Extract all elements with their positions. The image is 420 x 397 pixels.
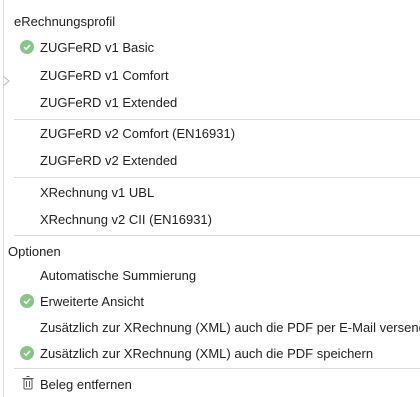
context-menu: eRechnungsprofil ZUGFeRD v1 Basic ZUGFeR… — [0, 0, 420, 397]
profile-item-zugferd-v1-basic[interactable]: ZUGFeRD v1 Basic — [14, 34, 420, 60]
profile-item-zugferd-v2-comfort[interactable]: ZUGFeRD v2 Comfort (EN16931) — [14, 120, 420, 146]
option-pdf-email-versenden[interactable]: Zusätzlich zur XRechnung (XML) auch die … — [14, 314, 420, 340]
trash-icon — [22, 376, 34, 390]
option-pdf-speichern[interactable]: Zusätzlich zur XRechnung (XML) auch die … — [14, 340, 420, 366]
options-section-title: Optionen — [8, 244, 61, 259]
profile-item-xrechnung-v1-ubl[interactable]: XRechnung v1 UBL — [14, 179, 420, 205]
profile-item-label: ZUGFeRD v2 Extended — [40, 152, 178, 168]
profile-item-xrechnung-v2-cii[interactable]: XRechnung v2 CII (EN16931) — [14, 206, 420, 232]
menu-pointer — [3, 76, 10, 86]
remove-document-button[interactable]: Beleg entfernen — [14, 371, 420, 397]
check-circle-icon — [20, 40, 34, 54]
profile-item-zugferd-v1-comfort[interactable]: ZUGFeRD v1 Comfort — [14, 62, 420, 88]
profile-item-label: XRechnung v1 UBL — [40, 184, 155, 200]
option-erweiterte-ansicht[interactable]: Erweiterte Ansicht — [14, 288, 420, 314]
profile-item-label: ZUGFeRD v2 Comfort (EN16931) — [40, 125, 236, 141]
option-label: Zusätzlich zur XRechnung (XML) auch die … — [40, 345, 374, 361]
divider — [14, 235, 420, 236]
profile-section-title: eRechnungsprofil — [14, 14, 116, 29]
profile-item-label: XRechnung v2 CII (EN16931) — [40, 211, 212, 227]
remove-label: Beleg entfernen — [40, 376, 132, 392]
divider — [14, 177, 420, 178]
option-label: Erweiterte Ansicht — [40, 293, 145, 309]
option-label: Automatische Summierung — [40, 267, 197, 283]
profile-item-zugferd-v2-extended[interactable]: ZUGFeRD v2 Extended — [14, 147, 420, 173]
check-circle-icon — [20, 346, 34, 360]
profile-item-label: ZUGFeRD v1 Comfort — [40, 67, 169, 83]
profile-item-label: ZUGFeRD v1 Extended — [40, 94, 178, 110]
profile-item-zugferd-v1-extended[interactable]: ZUGFeRD v1 Extended — [14, 89, 420, 115]
option-label: Zusätzlich zur XRechnung (XML) auch die … — [40, 319, 420, 335]
option-automatische-summierung[interactable]: Automatische Summierung — [14, 262, 420, 288]
menu-border — [3, 0, 4, 397]
divider — [14, 368, 420, 369]
profile-item-label: ZUGFeRD v1 Basic — [40, 39, 155, 55]
check-circle-icon — [20, 294, 34, 308]
